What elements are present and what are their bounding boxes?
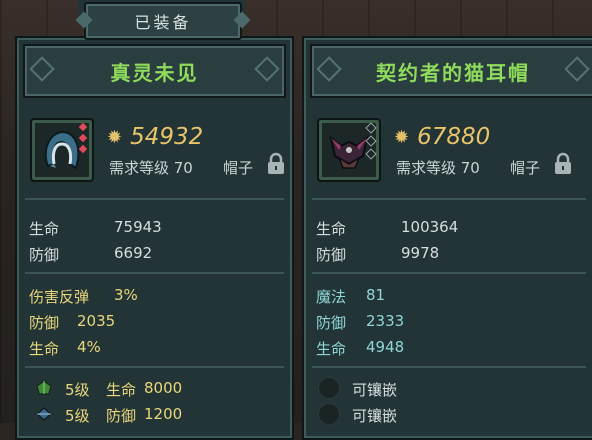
divider bbox=[312, 272, 586, 274]
item-icon-frame[interactable] bbox=[317, 118, 381, 182]
stat-value: 2035 bbox=[77, 312, 116, 330]
level-requirement: 需求等级 70 bbox=[109, 159, 193, 177]
lock-icon[interactable] bbox=[553, 152, 573, 176]
power-icon: ✹ bbox=[394, 126, 410, 148]
level-requirement: 需求等级 70 bbox=[396, 159, 480, 177]
stat-value: 81 bbox=[366, 286, 386, 304]
stat-label: 生命 bbox=[316, 220, 347, 238]
power-score: ✹ 54932 bbox=[107, 124, 203, 150]
stat-label: 魔法 bbox=[316, 288, 347, 306]
socket-row[interactable]: 可镶嵌 bbox=[316, 403, 566, 427]
quality-gems bbox=[78, 122, 88, 157]
stat-value: 75943 bbox=[114, 218, 162, 236]
stat-row: 生命 100364 bbox=[316, 218, 556, 238]
green-gem-icon bbox=[36, 380, 52, 395]
item-title-bar: 契约者的猫耳帽 bbox=[310, 44, 592, 98]
stat-value: 100364 bbox=[401, 218, 459, 236]
gem-stat-label: 生命 bbox=[106, 381, 137, 399]
stat-value: 9978 bbox=[401, 244, 440, 262]
divider bbox=[312, 198, 586, 200]
extra-stat-row: 防御 2333 bbox=[316, 312, 556, 332]
red-gem-icon bbox=[78, 144, 88, 154]
stat-row: 防御 6692 bbox=[29, 244, 269, 264]
power-value: 54932 bbox=[130, 124, 204, 150]
stat-label: 防御 bbox=[316, 314, 347, 332]
compare-item-panel: 契约者的猫耳帽 ✹ 67880 需求等级 70 帽子 生命 100364 防御 … bbox=[302, 36, 592, 440]
stat-label: 生命 bbox=[316, 340, 347, 358]
divider bbox=[312, 366, 586, 368]
equipped-item-panel: 真灵未见 ✹ 54932 需求等级 70 帽子 生命 75943 防御 6692… bbox=[15, 36, 294, 440]
power-value: 67880 bbox=[417, 124, 491, 150]
slot-type: 帽子 bbox=[223, 159, 254, 177]
divider bbox=[25, 272, 284, 274]
stat-label: 防御 bbox=[316, 246, 347, 264]
equipped-tab[interactable]: 已装备 bbox=[84, 2, 242, 40]
stat-value: 6692 bbox=[114, 244, 153, 262]
red-gem-icon bbox=[78, 133, 88, 143]
gem-stat-value: 1200 bbox=[144, 405, 183, 423]
gem-row: 5级 生命 8000 bbox=[29, 379, 279, 401]
socket-row[interactable]: 可镶嵌 bbox=[316, 377, 566, 401]
lock-icon[interactable] bbox=[266, 152, 286, 176]
divider bbox=[25, 198, 284, 200]
stat-value: 4% bbox=[77, 338, 101, 356]
extra-stat-row: 生命 4% bbox=[29, 338, 269, 358]
extra-stat-row: 防御 2035 bbox=[29, 312, 269, 332]
stat-value: 2333 bbox=[366, 312, 405, 330]
stat-label: 防御 bbox=[29, 314, 60, 332]
power-icon: ✹ bbox=[107, 126, 123, 148]
gem-row: 5级 防御 1200 bbox=[29, 405, 279, 427]
blue-gem-icon bbox=[35, 407, 53, 421]
empty-socket-icon bbox=[318, 377, 340, 399]
extra-stat-row: 生命 4948 bbox=[316, 338, 556, 358]
gem-stat-value: 8000 bbox=[144, 379, 183, 397]
stat-row: 生命 75943 bbox=[29, 218, 269, 238]
item-title-bar: 真灵未见 bbox=[23, 44, 286, 98]
power-score: ✹ 67880 bbox=[394, 124, 490, 150]
gem-level: 5级 bbox=[65, 381, 90, 399]
item-name: 契约者的猫耳帽 bbox=[376, 60, 530, 85]
divider bbox=[25, 366, 284, 368]
extra-stat-row: 伤害反弹 3% bbox=[29, 286, 269, 306]
empty-socket-icon bbox=[318, 403, 340, 425]
stat-value: 4948 bbox=[366, 338, 405, 356]
quality-gems bbox=[365, 122, 377, 163]
stat-label: 生命 bbox=[29, 340, 60, 358]
extra-stat-row: 魔法 81 bbox=[316, 286, 556, 306]
item-name: 真灵未见 bbox=[110, 60, 199, 85]
stat-value: 3% bbox=[114, 286, 138, 304]
stat-label: 防御 bbox=[29, 246, 60, 264]
slot-type: 帽子 bbox=[510, 159, 541, 177]
stat-row: 防御 9978 bbox=[316, 244, 556, 264]
equipped-tab-label: 已装备 bbox=[134, 13, 192, 32]
stat-label: 伤害反弹 bbox=[29, 288, 90, 306]
item-icon-frame[interactable] bbox=[30, 118, 94, 182]
red-gem-icon bbox=[78, 122, 88, 132]
socket-label: 可镶嵌 bbox=[352, 381, 398, 399]
stat-label: 生命 bbox=[29, 220, 60, 238]
